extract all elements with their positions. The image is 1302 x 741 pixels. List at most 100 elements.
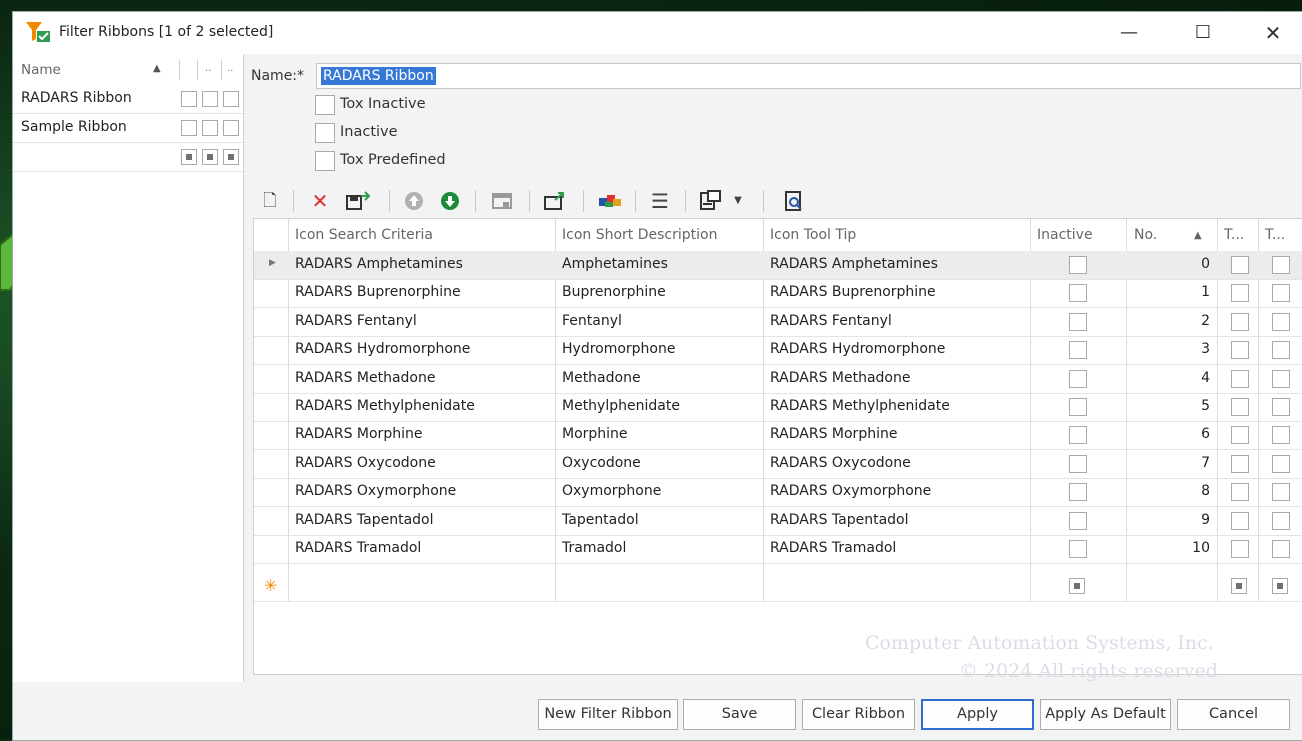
grid-row[interactable]: RADARS Morphine Morphine RADARS Morphine 6	[254, 421, 1302, 451]
ribbon-list-item[interactable]: Sample Ribbon	[13, 114, 243, 143]
t2-checkbox[interactable]	[1272, 483, 1290, 502]
grid-row[interactable]: RADARS Fentanyl Fentanyl RADARS Fentanyl 2	[254, 308, 1302, 337]
ribbon-flag-checkbox[interactable]	[223, 120, 239, 136]
grid-row[interactable]: RADARS Oxycodone Oxycodone RADARS Oxycodon…	[254, 450, 1302, 479]
list-icon[interactable]: ☰	[647, 190, 673, 212]
ribbon-flag-checkbox[interactable]	[223, 149, 239, 165]
col-header-t1[interactable]: T...	[1224, 227, 1244, 243]
t1-checkbox[interactable]	[1231, 256, 1249, 274]
name-column-header[interactable]: Name	[21, 62, 61, 78]
save-button[interactable]: Save	[683, 699, 796, 730]
t1-checkbox[interactable]	[1231, 454, 1249, 473]
t2-checkbox[interactable]	[1272, 312, 1290, 331]
col-header-short[interactable]: Icon Short Description	[562, 227, 717, 243]
t1-checkbox[interactable]	[1231, 540, 1249, 558]
tox-inactive-checkbox[interactable]	[315, 95, 335, 115]
ribbon-flag-checkbox[interactable]	[202, 91, 218, 107]
t2-checkbox[interactable]	[1272, 578, 1288, 594]
ribbon-flag-checkbox[interactable]	[181, 91, 197, 107]
inactive-checkbox[interactable]	[315, 123, 335, 143]
cell-short-description[interactable]: Oxycodone	[562, 455, 641, 471]
cell-number[interactable]: 1	[1170, 284, 1210, 300]
inactive-checkbox[interactable]	[1069, 369, 1087, 388]
inactive-checkbox[interactable]	[1069, 540, 1087, 558]
cell-search-criteria[interactable]: RADARS Methadone	[295, 370, 436, 386]
cell-tool-tip[interactable]: RADARS Tramadol	[770, 540, 896, 556]
grid-row[interactable]: RADARS Oxymorphone Oxymorphone RADARS Oxym…	[254, 478, 1302, 508]
cell-number[interactable]: 3	[1170, 341, 1210, 357]
cell-search-criteria[interactable]: RADARS Methylphenidate	[295, 398, 475, 414]
cell-short-description[interactable]: Methadone	[562, 370, 641, 386]
grid-row[interactable]: RADARS Hydromorphone Hydromorphone RADARS …	[254, 336, 1302, 366]
cell-short-description[interactable]: Fentanyl	[562, 313, 622, 329]
grid-row[interactable]: RADARS Tapentadol Tapentadol RADARS Tapent…	[254, 507, 1302, 536]
ribbon-flag-checkbox[interactable]	[181, 149, 197, 165]
cell-tool-tip[interactable]: RADARS Tapentadol	[770, 512, 909, 528]
cell-tool-tip[interactable]: RADARS Methadone	[770, 370, 911, 386]
inactive-checkbox[interactable]	[1069, 578, 1085, 594]
cell-tool-tip[interactable]: RADARS Oxymorphone	[770, 483, 931, 499]
inactive-checkbox[interactable]	[1069, 341, 1087, 360]
apply-button[interactable]: Apply	[921, 699, 1034, 730]
col-header-t2[interactable]: T...	[1265, 227, 1285, 243]
clear-ribbon-button[interactable]: Clear Ribbon	[802, 699, 915, 730]
cell-number[interactable]: 4	[1170, 370, 1210, 386]
move-down-icon[interactable]	[439, 190, 461, 212]
layout-icon[interactable]	[699, 190, 723, 212]
t1-checkbox[interactable]	[1231, 284, 1249, 303]
inactive-checkbox[interactable]	[1069, 511, 1087, 530]
inactive-checkbox[interactable]	[1069, 454, 1087, 473]
cell-tool-tip[interactable]: RADARS Fentanyl	[770, 313, 892, 329]
cell-number[interactable]: 2	[1170, 313, 1210, 329]
cancel-button[interactable]: Cancel	[1177, 699, 1290, 730]
inactive-checkbox[interactable]	[1069, 426, 1087, 445]
grid-row[interactable]: RADARS Methylphenidate Methylphenidate RAD…	[254, 393, 1302, 422]
cell-tool-tip[interactable]: RADARS Oxycodone	[770, 455, 911, 471]
t2-checkbox[interactable]	[1272, 256, 1290, 274]
cell-number[interactable]: 6	[1170, 426, 1210, 442]
t1-checkbox[interactable]	[1231, 426, 1249, 445]
maximize-button[interactable]: ☐	[1183, 20, 1223, 46]
move-up-icon[interactable]	[403, 190, 425, 212]
t1-checkbox[interactable]	[1231, 511, 1249, 530]
cell-tool-tip[interactable]: RADARS Amphetamines	[770, 256, 938, 272]
cell-search-criteria[interactable]: RADARS Morphine	[295, 426, 422, 442]
cell-short-description[interactable]: Tramadol	[562, 540, 626, 556]
t2-checkbox[interactable]	[1272, 426, 1290, 445]
cell-search-criteria[interactable]: RADARS Buprenorphine	[295, 284, 461, 300]
ribbon-flag-checkbox[interactable]	[202, 149, 218, 165]
t2-checkbox[interactable]	[1272, 341, 1290, 360]
new-filter-ribbon-button[interactable]: New Filter Ribbon	[538, 699, 678, 730]
col-header-tip[interactable]: Icon Tool Tip	[770, 227, 856, 243]
tox-predefined-checkbox[interactable]	[315, 151, 335, 171]
ribbon-list-item[interactable]: RADARS Ribbon	[13, 85, 243, 114]
inactive-checkbox[interactable]	[1069, 398, 1087, 416]
ribbon-flag-checkbox[interactable]	[181, 120, 197, 136]
cell-number[interactable]: 9	[1170, 512, 1210, 528]
cell-search-criteria[interactable]: RADARS Fentanyl	[295, 313, 417, 329]
grid-new-row[interactable]: ✳	[254, 573, 1302, 602]
cell-search-criteria[interactable]: RADARS Hydromorphone	[295, 341, 470, 357]
cell-tool-tip[interactable]: RADARS Morphine	[770, 426, 897, 442]
cell-number[interactable]: 7	[1170, 455, 1210, 471]
cell-number[interactable]: 5	[1170, 398, 1210, 414]
t2-checkbox[interactable]	[1272, 284, 1290, 303]
t2-checkbox[interactable]	[1272, 511, 1290, 530]
grid-row[interactable]: ▶ RADARS Amphetamines Amphetamines RADARS A…	[254, 251, 1302, 280]
inactive-checkbox[interactable]	[1069, 483, 1087, 502]
ribbon-flag-checkbox[interactable]	[223, 91, 239, 107]
t1-checkbox[interactable]	[1231, 398, 1249, 416]
cell-number[interactable]: 10	[1170, 540, 1210, 556]
t2-checkbox[interactable]	[1272, 454, 1290, 473]
cell-tool-tip[interactable]: RADARS Hydromorphone	[770, 341, 945, 357]
grid-row[interactable]: RADARS Buprenorphine Buprenorphine RADARS …	[254, 279, 1302, 309]
save-export-icon[interactable]	[345, 190, 371, 212]
cell-short-description[interactable]: Methylphenidate	[562, 398, 680, 414]
col-header-search[interactable]: Icon Search Criteria	[295, 227, 433, 243]
t1-checkbox[interactable]	[1231, 483, 1249, 502]
cell-search-criteria[interactable]: RADARS Tapentadol	[295, 512, 434, 528]
inactive-checkbox[interactable]	[1069, 284, 1087, 303]
cell-number[interactable]: 0	[1170, 256, 1210, 272]
cell-short-description[interactable]: Amphetamines	[562, 256, 668, 272]
dropdown-icon[interactable]: ▼	[731, 190, 745, 212]
